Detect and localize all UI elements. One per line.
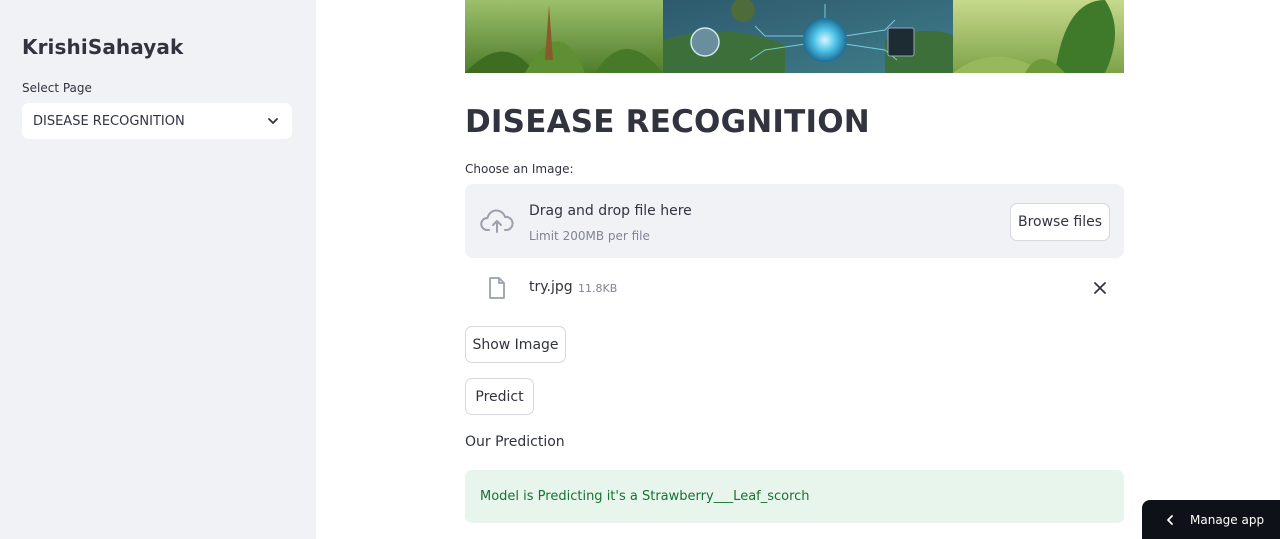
chevron-left-icon: [1167, 514, 1173, 525]
file-dropzone[interactable]: Drag and drop file here Limit 200MB per …: [465, 184, 1124, 258]
file-name: try.jpg: [529, 279, 573, 295]
prediction-heading: Our Prediction: [465, 434, 565, 450]
browse-files-button[interactable]: Browse files: [1010, 203, 1110, 241]
prediction-success-alert: Model is Predicting it's a Strawberry___…: [465, 470, 1124, 523]
file-icon: [489, 277, 505, 299]
prediction-message: Model is Predicting it's a Strawberry___…: [480, 489, 810, 504]
main-content: DISEASE RECOGNITION Choose an Image: Dra…: [0, 0, 1280, 539]
page-title: DISEASE RECOGNITION: [465, 104, 870, 140]
banner-image: [465, 0, 1124, 73]
cloud-upload-icon: [480, 209, 514, 233]
dropzone-limit: Limit 200MB per file: [529, 229, 650, 243]
uploaded-file-row: try.jpg 11.8KB: [465, 270, 1124, 306]
dropzone-instruction: Drag and drop file here: [529, 203, 692, 219]
manage-app-button[interactable]: Manage app: [1142, 500, 1280, 539]
show-image-button[interactable]: Show Image: [465, 326, 566, 363]
predict-button[interactable]: Predict: [465, 378, 534, 415]
manage-app-label: Manage app: [1190, 512, 1265, 527]
uploader-label: Choose an Image:: [465, 162, 574, 176]
banner-illustration: [465, 0, 1124, 73]
close-icon[interactable]: [1092, 280, 1108, 296]
file-size: 11.8KB: [578, 282, 618, 295]
